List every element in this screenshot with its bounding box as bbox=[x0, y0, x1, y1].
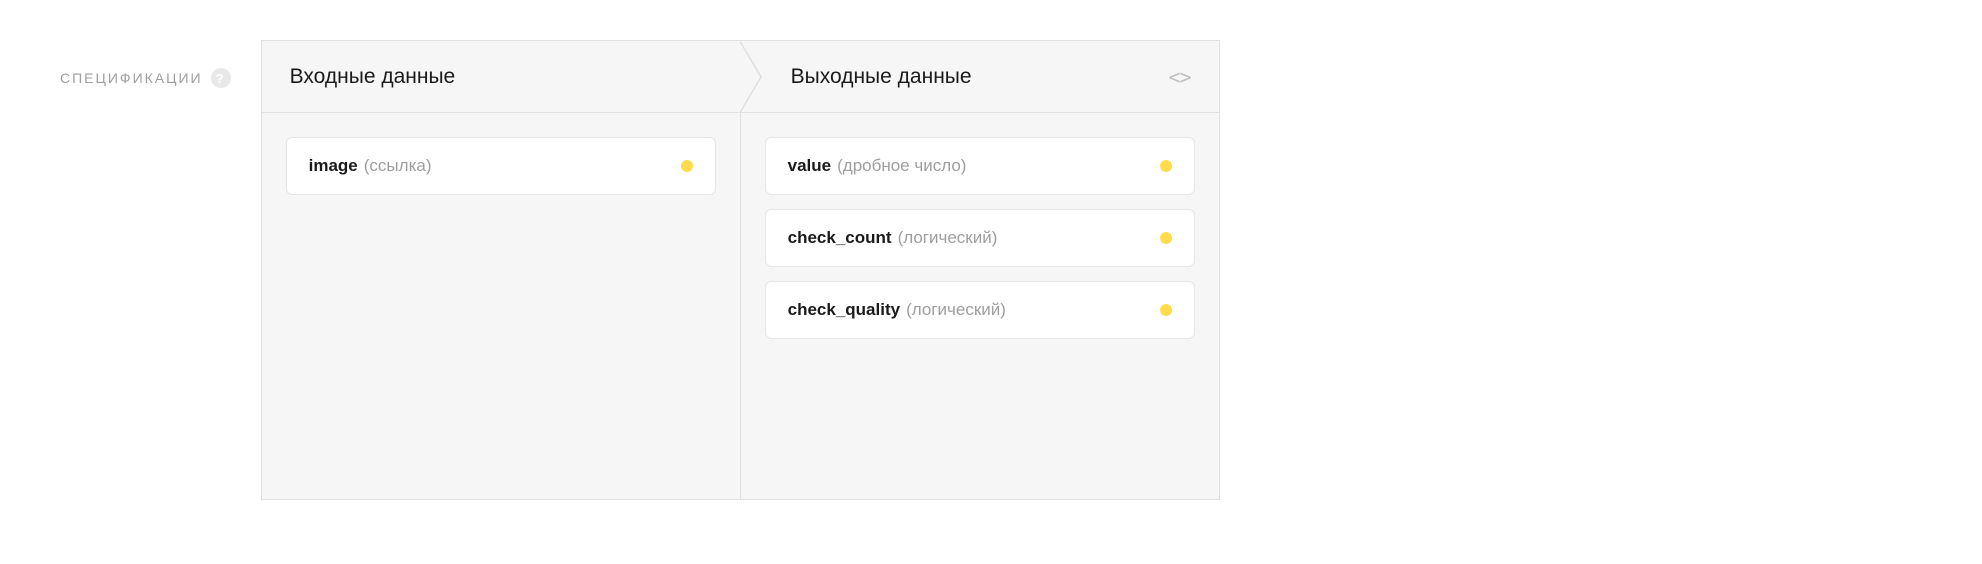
field-card[interactable]: check_count (логический) bbox=[765, 209, 1195, 267]
required-dot-icon bbox=[1160, 160, 1172, 172]
specifications-layout: СПЕЦИФИКАЦИИ ? Входные данные image (ссы… bbox=[60, 40, 1922, 500]
section-label-row: СПЕЦИФИКАЦИИ ? bbox=[60, 40, 231, 88]
code-toggle-icon[interactable]: <> bbox=[1169, 65, 1191, 89]
output-panel-header: Выходные данные <> bbox=[741, 41, 1219, 113]
section-label-text: СПЕЦИФИКАЦИИ bbox=[60, 70, 203, 86]
spec-panels: Входные данные image (ссылка) Выходные д… bbox=[261, 40, 1220, 500]
required-dot-icon bbox=[681, 160, 693, 172]
field-name: check_count bbox=[788, 228, 892, 248]
field-type: (логический) bbox=[898, 228, 998, 248]
field-name: value bbox=[788, 156, 831, 176]
field-type: (ссылка) bbox=[364, 156, 432, 176]
field-name: check_quality bbox=[788, 300, 900, 320]
output-panel-body: value (дробное число) check_count (логич… bbox=[741, 113, 1219, 363]
input-panel-header: Входные данные bbox=[262, 41, 740, 113]
field-name: image bbox=[309, 156, 358, 176]
input-panel-title: Входные данные bbox=[290, 65, 456, 89]
field-type: (дробное число) bbox=[837, 156, 966, 176]
output-panel-title: Выходные данные bbox=[791, 65, 972, 89]
panel-actions: <> bbox=[1169, 65, 1191, 89]
required-dot-icon bbox=[1160, 232, 1172, 244]
input-panel-body: image (ссылка) bbox=[262, 113, 740, 219]
required-dot-icon bbox=[1160, 304, 1172, 316]
field-card[interactable]: check_quality (логический) bbox=[765, 281, 1195, 339]
input-panel: Входные данные image (ссылка) bbox=[261, 40, 741, 500]
field-card[interactable]: value (дробное число) bbox=[765, 137, 1195, 195]
field-type: (логический) bbox=[906, 300, 1006, 320]
help-icon[interactable]: ? bbox=[211, 68, 231, 88]
field-card[interactable]: image (ссылка) bbox=[286, 137, 716, 195]
output-panel: Выходные данные <> value (дробное число)… bbox=[740, 40, 1220, 500]
